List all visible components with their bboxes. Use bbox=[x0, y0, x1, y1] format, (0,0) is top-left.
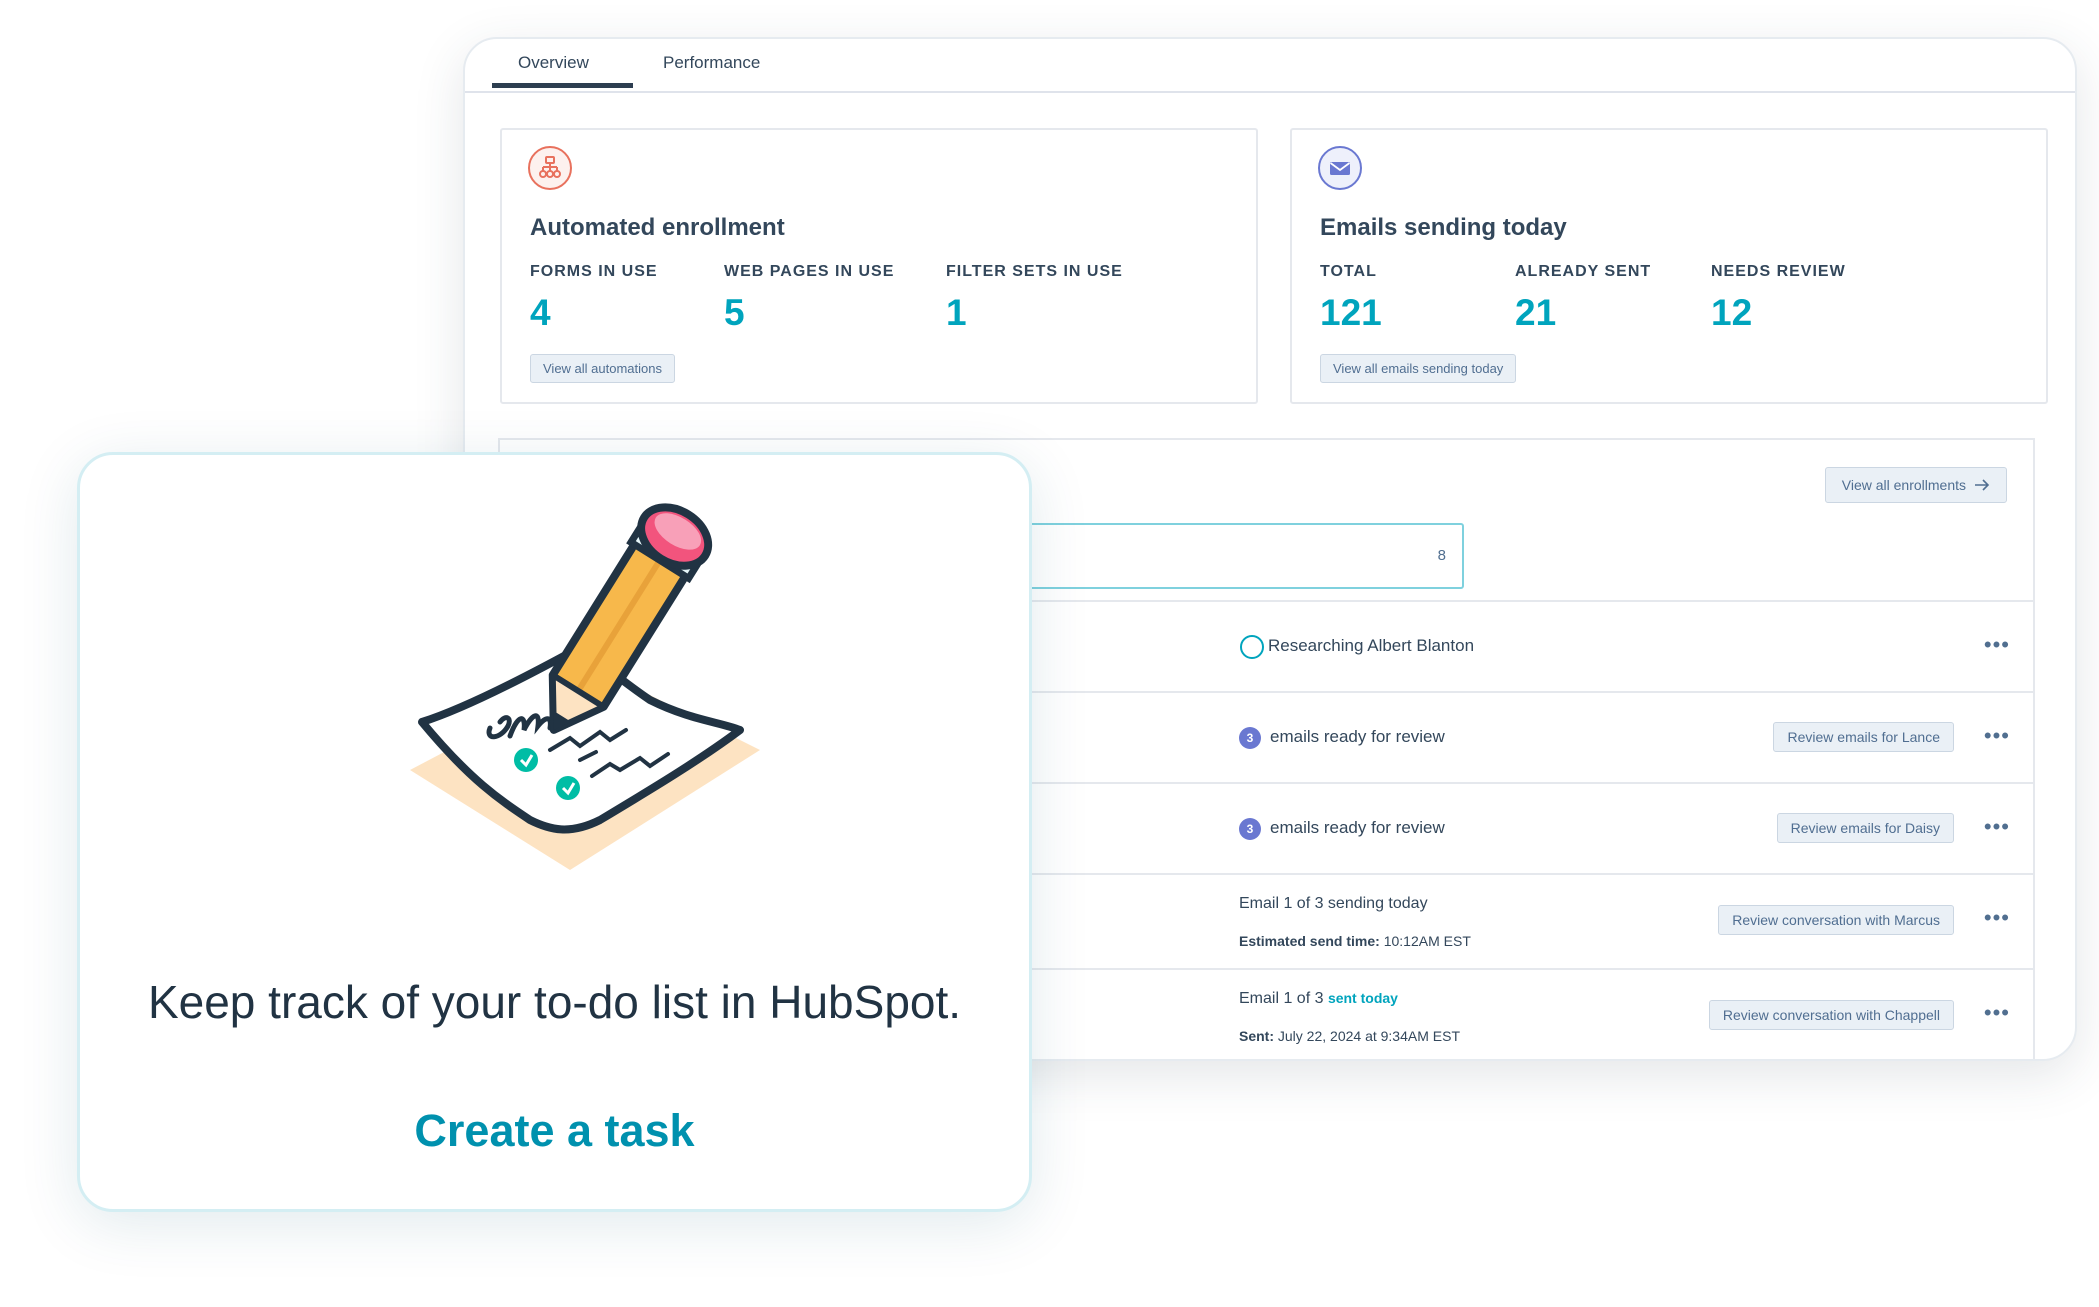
emails-sending-today-card: Emails sending today TOTAL ALREADY SENT … bbox=[1290, 128, 2048, 404]
row-text: Email 1 of 3 sent today bbox=[1239, 990, 1398, 1008]
stat-label: FORMS IN USE bbox=[530, 263, 658, 280]
promo-headline: Keep track of your to-do list in HubSpot… bbox=[147, 976, 962, 1028]
sent-time-label: Sent: bbox=[1239, 1028, 1274, 1044]
card-title: Automated enrollment bbox=[530, 214, 785, 241]
stat-value: 12 bbox=[1711, 292, 1753, 333]
status-sent-today: sent today bbox=[1327, 990, 1398, 1006]
send-time-value: 10:12AM EST bbox=[1383, 933, 1471, 949]
count-badge: 3 bbox=[1239, 818, 1261, 840]
send-time-label: Estimated send time: bbox=[1239, 933, 1380, 949]
stat-label: TOTAL bbox=[1320, 263, 1377, 280]
stat-value: 5 bbox=[724, 292, 745, 333]
view-all-enrollments-button[interactable]: View all enrollments bbox=[1824, 467, 2007, 503]
stat-value: 1 bbox=[946, 292, 967, 333]
email-icon bbox=[1318, 146, 1362, 190]
sent-time-value: July 22, 2024 at 9:34AM EST bbox=[1277, 1028, 1460, 1044]
stat-label: WEB PAGES IN USE bbox=[724, 263, 895, 280]
active-tab-indicator bbox=[492, 83, 633, 88]
view-all-emails-button[interactable]: View all emails sending today bbox=[1320, 354, 1517, 383]
stat-label: NEEDS REVIEW bbox=[1711, 263, 1846, 280]
more-options-icon[interactable]: ••• bbox=[1984, 1000, 2010, 1026]
automated-enrollment-card: Automated enrollment FORMS IN USE WEB PA… bbox=[500, 128, 1258, 404]
view-all-automations-button[interactable]: View all automations bbox=[530, 354, 675, 383]
view-all-enrollments-label: View all enrollments bbox=[1841, 477, 1966, 493]
send-time: Estimated send time: 10:12AM EST bbox=[1239, 933, 1471, 949]
row-text: Email 1 of 3 sending today bbox=[1239, 895, 1428, 912]
card-title: Emails sending today bbox=[1320, 214, 1567, 241]
review-conversation-marcus-button[interactable]: Review conversation with Marcus bbox=[1718, 905, 1954, 935]
tab-bar: Overview Performance bbox=[465, 39, 2075, 93]
arrow-right-icon bbox=[1975, 479, 1990, 491]
more-options-icon[interactable]: ••• bbox=[1984, 814, 2010, 840]
row-text: emails ready for review bbox=[1270, 818, 1445, 837]
tab-performance[interactable]: Performance bbox=[663, 53, 760, 73]
review-emails-lance-button[interactable]: Review emails for Lance bbox=[1773, 722, 1954, 752]
task-promo-card: Keep track of your to-do list in HubSpot… bbox=[77, 452, 1032, 1212]
review-emails-daisy-button[interactable]: Review emails for Daisy bbox=[1776, 813, 1954, 843]
tab-overview[interactable]: Overview bbox=[518, 53, 589, 73]
more-options-icon[interactable]: ••• bbox=[1984, 723, 2010, 749]
filter-count: 8 bbox=[1437, 547, 1446, 564]
review-conversation-chappell-button[interactable]: Review conversation with Chappell bbox=[1708, 1000, 1954, 1030]
stat-label: ALREADY SENT bbox=[1515, 263, 1652, 280]
email-progress: Email 1 of 3 bbox=[1239, 990, 1324, 1007]
row-text: Researching Albert Blanton bbox=[1268, 636, 1475, 655]
task-circle-icon[interactable] bbox=[1240, 635, 1264, 659]
stat-value: 21 bbox=[1515, 292, 1557, 333]
count-badge: 3 bbox=[1239, 727, 1261, 749]
more-options-icon[interactable]: ••• bbox=[1984, 905, 2010, 931]
stat-value: 121 bbox=[1320, 292, 1382, 333]
stat-label: FILTER SETS IN USE bbox=[946, 263, 1123, 280]
more-options-icon[interactable]: ••• bbox=[1984, 632, 2010, 658]
sent-time: Sent: July 22, 2024 at 9:34AM EST bbox=[1239, 1028, 1460, 1044]
create-task-link[interactable]: Create a task bbox=[80, 1105, 1029, 1157]
row-text: emails ready for review bbox=[1270, 727, 1445, 746]
workflow-icon bbox=[528, 146, 572, 190]
pencil-checklist-illustration bbox=[410, 503, 760, 870]
stat-value: 4 bbox=[530, 292, 551, 333]
